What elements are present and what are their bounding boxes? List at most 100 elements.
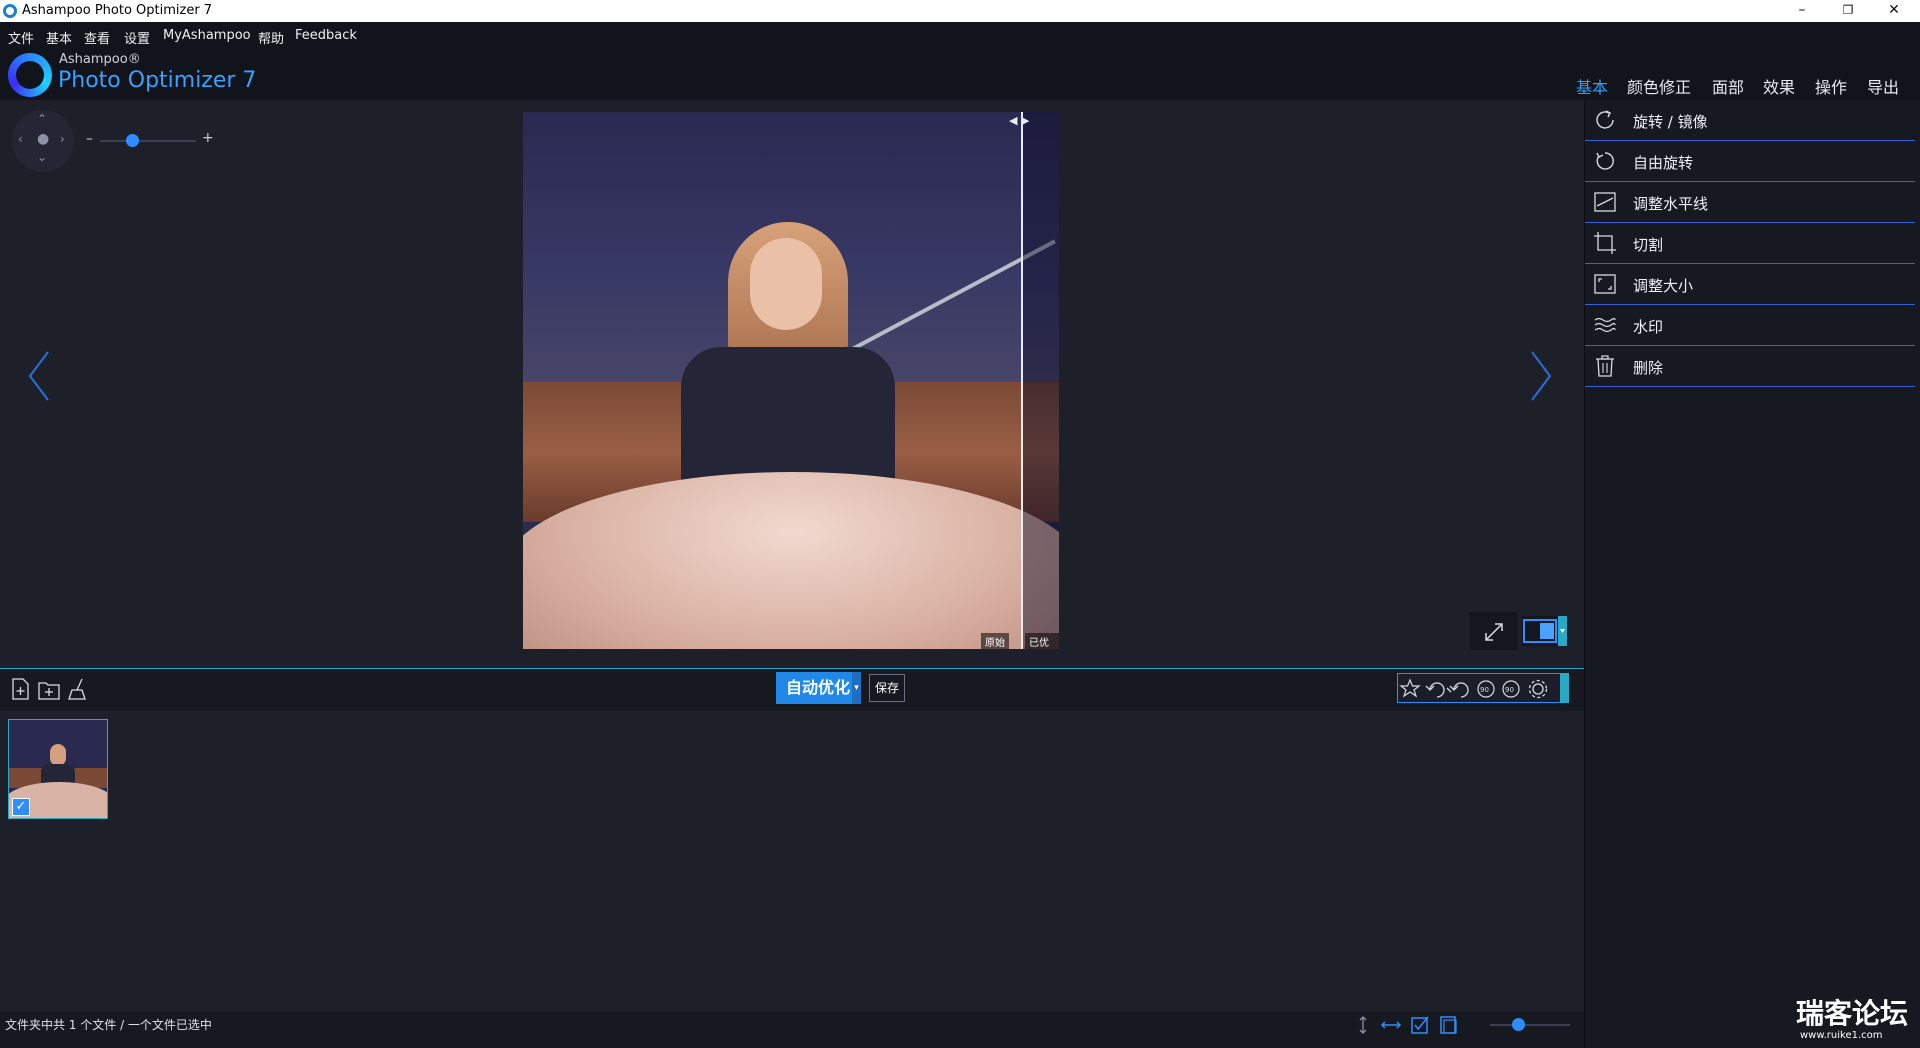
tab-basic[interactable]: 基本: [1576, 74, 1609, 104]
split-view-icon: [1523, 616, 1567, 646]
menu-feedback[interactable]: Feedback: [295, 28, 357, 43]
image-viewer: ⌃ ⌄ ‹ › ● – + ◀ ▶ 原始 已优化: [0, 100, 1584, 668]
tab-face[interactable]: 面部: [1712, 74, 1744, 98]
pan-down-icon[interactable]: ⌄: [37, 150, 47, 164]
rotate-right-icon: 90: [1502, 680, 1520, 698]
restore-button[interactable]: ❐: [1826, 0, 1870, 22]
tool-horizon[interactable]: 调整水平线: [1585, 182, 1915, 223]
undo-icon: [1425, 682, 1445, 698]
quick-actions-icons: 90 90: [1399, 678, 1548, 699]
brand-name: Ashampoo®: [59, 52, 141, 67]
trash-icon: [1596, 355, 1614, 377]
next-image-icon[interactable]: [1528, 350, 1554, 402]
close-button[interactable]: ✕: [1872, 0, 1916, 22]
auto-optimize-button[interactable]: 自动优化: [776, 672, 860, 704]
tool-rotate-mirror[interactable]: 旋转 / 镜像: [1585, 100, 1915, 141]
tab-export[interactable]: 导出: [1867, 74, 1899, 98]
title-bar: Ashampoo Photo Optimizer 7 – ❐ ✕: [0, 0, 1920, 22]
thumbnail-head: [50, 744, 66, 766]
select-all-icon[interactable]: [1409, 1014, 1431, 1036]
tab-operations[interactable]: 操作: [1815, 74, 1847, 98]
free-rotate-icon: [1596, 152, 1614, 170]
app-header: Ashampoo® Photo Optimizer 7 基本 颜色修正 面部 效…: [0, 50, 1920, 104]
photo-face: [750, 238, 822, 330]
tool-resize[interactable]: 调整大小: [1585, 264, 1915, 305]
watermark-icon: [1594, 317, 1616, 333]
tool-label: 删除: [1633, 359, 1664, 377]
rotate-mirror-icon: [1596, 110, 1614, 129]
window-title: Ashampoo Photo Optimizer 7: [22, 3, 213, 18]
tool-free-rotate[interactable]: 自由旋转: [1585, 141, 1915, 182]
compare-mode-button[interactable]: [1522, 616, 1568, 646]
label-optimized: 已优化: [1025, 633, 1059, 649]
label-original: 原始: [981, 633, 1009, 649]
pan-control[interactable]: ⌃ ⌄ ‹ › ●: [12, 110, 74, 172]
zoom-in-button[interactable]: +: [202, 130, 214, 146]
pan-up-icon[interactable]: ⌃: [37, 112, 47, 126]
photo-dress: [523, 472, 1059, 649]
undo-all-icon: [1446, 682, 1469, 698]
thumbnail-item[interactable]: ✓: [8, 719, 108, 819]
zoom-slider-handle[interactable]: [126, 134, 139, 147]
tool-delete[interactable]: 删除: [1585, 346, 1915, 387]
tool-label: 调整水平线: [1633, 195, 1709, 213]
optimized-side: [1023, 112, 1059, 649]
clear-list-icon[interactable]: [66, 677, 90, 701]
previous-image-icon[interactable]: [26, 350, 52, 402]
menu-myashampoo[interactable]: MyAshampoo: [163, 28, 251, 43]
photo-preview[interactable]: ◀ ▶ 原始 已优化: [523, 112, 1059, 649]
fit-height-icon[interactable]: [1352, 1014, 1374, 1036]
select-multiple-icon[interactable]: [1438, 1014, 1460, 1036]
add-folder-icon[interactable]: [37, 677, 61, 701]
tools-panel: 旋转 / 镜像 自由旋转 调整水平线 切割 调整大小 水印 删除: [1584, 100, 1920, 1048]
app-window: Ashampoo Photo Optimizer 7 – ❐ ✕ 文件 基本 查…: [0, 0, 1920, 1048]
pan-center-icon[interactable]: ●: [37, 131, 49, 147]
pan-left-icon[interactable]: ‹: [18, 132, 23, 146]
rotate-left-icon: 90: [1477, 680, 1495, 698]
tool-label: 旋转 / 镜像: [1633, 113, 1708, 131]
favorite-icon: [1399, 678, 1421, 698]
menu-help[interactable]: 帮助: [258, 28, 284, 47]
site-watermark: 瑞客论坛: [1796, 997, 1909, 1030]
minimize-button[interactable]: –: [1780, 0, 1824, 22]
tool-crop[interactable]: 切割: [1585, 223, 1915, 264]
menu-view[interactable]: 查看: [84, 28, 110, 47]
settings-gear-icon: [1528, 679, 1548, 699]
crop-icon: [1594, 232, 1616, 254]
menu-settings[interactable]: 设置: [124, 28, 150, 47]
auto-optimize-dropdown[interactable]: ▾: [852, 672, 861, 704]
tool-label: 切割: [1633, 236, 1664, 254]
compare-split-handle[interactable]: [1021, 112, 1023, 649]
add-file-icon[interactable]: [8, 677, 32, 701]
status-bar: 文件夹中共 1 个文件 / 一个文件已选中: [0, 1011, 1584, 1048]
status-text: 文件夹中共 1 个文件 / 一个文件已选中: [5, 1018, 212, 1032]
svg-text:90: 90: [1480, 686, 1489, 694]
expand-icon: [1485, 623, 1503, 641]
product-name: Photo Optimizer 7: [58, 68, 257, 93]
svg-text:90: 90: [1505, 686, 1514, 694]
fit-width-icon[interactable]: [1380, 1014, 1402, 1036]
resize-icon: [1594, 274, 1616, 294]
app-icon: [3, 4, 17, 18]
zoom-slider[interactable]: [100, 140, 196, 142]
zoom-out-button[interactable]: –: [86, 131, 93, 147]
fullscreen-button[interactable]: [1470, 612, 1518, 650]
save-button[interactable]: 保存: [869, 674, 905, 702]
thumbnail-size-handle[interactable]: [1512, 1018, 1525, 1031]
thumbnail-size-slider[interactable]: [1490, 1024, 1570, 1026]
split-arrows-icon[interactable]: ◀ ▶: [1009, 114, 1029, 127]
tool-label: 水印: [1633, 318, 1664, 336]
menu-bar: 文件 基本 查看 设置 MyAshampoo 帮助 Feedback: [0, 22, 1920, 50]
ashampoo-logo-icon: [8, 53, 52, 97]
thumbnail-checkbox[interactable]: ✓: [12, 798, 30, 816]
quick-actions-group: 90 90: [1397, 673, 1569, 703]
tool-watermark[interactable]: 水印: [1585, 305, 1915, 346]
site-watermark-url: www.ruike1.com: [1800, 1030, 1883, 1041]
menu-basic[interactable]: 基本: [46, 28, 72, 47]
tab-effects[interactable]: 效果: [1763, 74, 1795, 98]
tab-color-correction[interactable]: 颜色修正: [1627, 74, 1691, 98]
main-toolbar: 自动优化 ▾ 保存 90 90: [0, 669, 1584, 711]
menu-file[interactable]: 文件: [8, 28, 34, 47]
pan-right-icon[interactable]: ›: [60, 132, 65, 146]
quick-actions-dropdown[interactable]: [1560, 673, 1569, 703]
